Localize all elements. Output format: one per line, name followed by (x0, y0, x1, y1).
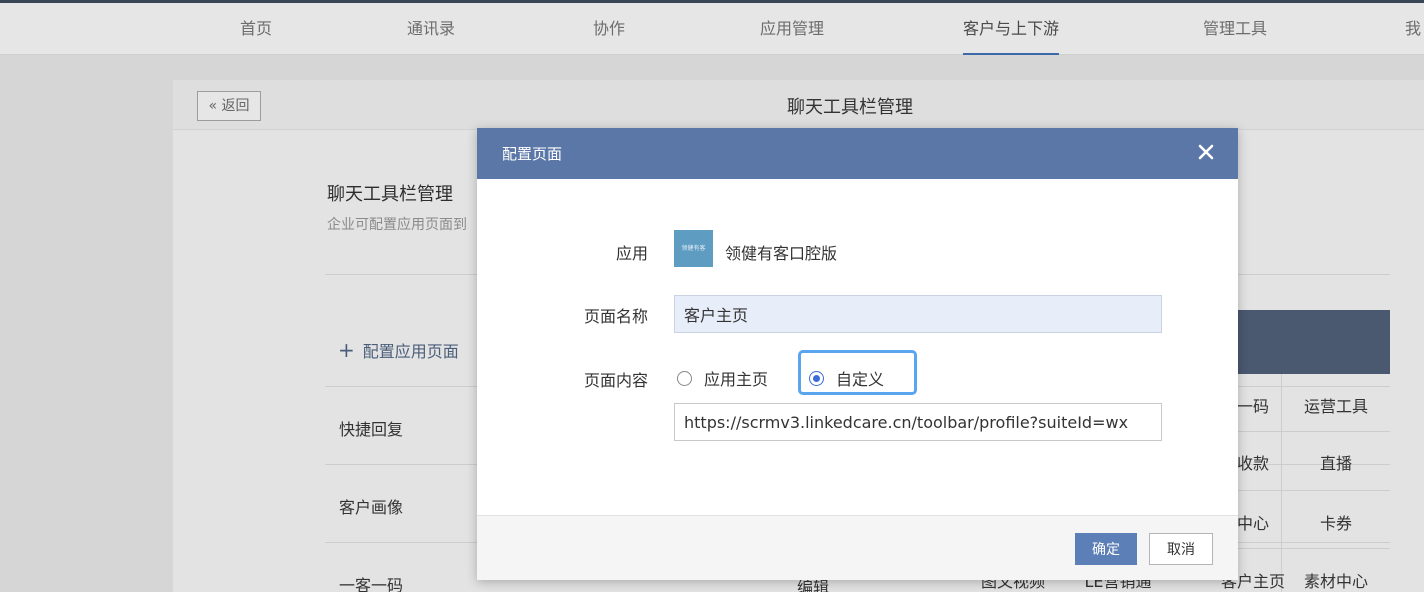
radio-button[interactable] (677, 370, 692, 386)
cancel-button[interactable]: 取消 (1149, 533, 1213, 565)
radio-label: 应用主页 (704, 370, 769, 389)
confirm-button[interactable]: 确定 (1075, 533, 1137, 565)
dialog-title: 配置页面 (502, 145, 563, 163)
dialog-footer: 确定 取消 (477, 515, 1238, 580)
close-icon-glyph (1198, 144, 1214, 160)
dialog-header: 配置页面 (477, 128, 1238, 179)
close-icon[interactable] (1194, 140, 1218, 164)
radio-app-homepage[interactable]: 应用主页 (677, 363, 768, 393)
app-name: 领健有客口腔版 (725, 244, 838, 263)
page-name-input[interactable] (674, 295, 1162, 333)
config-page-dialog: 配置页面 应用 领健有客 领健有客口腔版 页面名称 页面内容 应用主页 自定义 … (477, 128, 1238, 580)
custom-url-input[interactable] (674, 403, 1162, 441)
radio-label: 自定义 (836, 370, 885, 389)
page-content-label: 页面内容 (583, 371, 648, 390)
radio-custom[interactable]: 自定义 (809, 363, 884, 393)
page-name-label: 页面名称 (583, 307, 648, 326)
radio-button-selected[interactable] (809, 370, 824, 386)
app-label: 应用 (615, 244, 648, 263)
app-logo: 领健有客 (674, 230, 713, 267)
